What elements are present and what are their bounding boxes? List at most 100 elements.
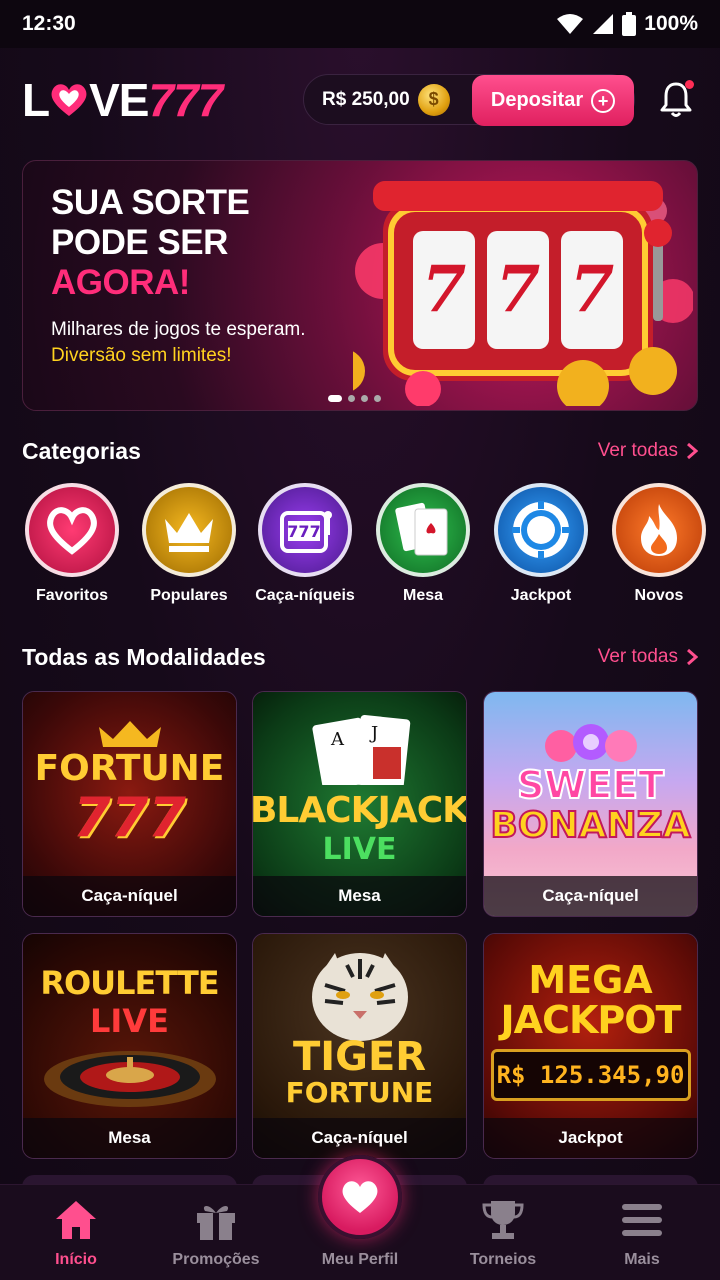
app-header: L VE 777 R$ 250,00 $ Depositar + [0, 48, 720, 152]
nav-item-promocoes[interactable]: Promoções [156, 1197, 276, 1269]
category-label: Mesa [402, 587, 444, 604]
logo-number: 777 [148, 74, 223, 126]
balance-amount: R$ 250,00 [322, 88, 410, 110]
status-time: 12:30 [22, 12, 76, 35]
pagination-dot[interactable] [348, 395, 355, 402]
heart-icon [25, 483, 119, 577]
slot-digit-1: 7 [422, 252, 467, 327]
modes-see-all-link[interactable]: Ver todas [598, 646, 698, 668]
see-all-label: Ver todas [597, 646, 678, 667]
jackpot-counter: R$ 125.345,90 [490, 1049, 691, 1101]
category-populares[interactable]: Populares [130, 483, 248, 605]
playing-cards-icon: AJ [311, 714, 410, 785]
logo-heart-icon [51, 84, 87, 116]
categories-see-all-link[interactable]: Ver todas [598, 440, 698, 462]
game-art-title: MEGA [528, 958, 653, 1002]
banner-description: Milhares de jogos te esperam. Diversão s… [51, 317, 351, 369]
status-bar: 12:30 100% [0, 0, 720, 48]
svg-text:A: A [330, 729, 345, 750]
nav-label: Promoções [172, 1251, 260, 1268]
slot-digit-3: 7 [570, 252, 615, 327]
profile-fab-button[interactable] [318, 1155, 402, 1239]
game-art-title: ROULETTE [40, 964, 219, 1002]
wifi-icon [557, 14, 584, 34]
nav-label: Torneios [469, 1251, 537, 1268]
game-art-subtitle: JACKPOT [500, 998, 682, 1042]
playing-cards-icon [376, 483, 470, 577]
game-caption: Jackpot [484, 1118, 697, 1158]
game-art-title: TIGER [292, 1034, 427, 1080]
category-mesa[interactable]: Mesa [364, 483, 482, 605]
menu-icon [622, 1204, 662, 1236]
flame-icon [612, 483, 706, 577]
home-icon [56, 1201, 96, 1239]
game-art-title: SWEET [516, 763, 665, 807]
game-art-subtitle: FORTUNE [285, 1076, 434, 1109]
deposit-button[interactable]: Depositar + [472, 75, 634, 126]
crown-icon [142, 483, 236, 577]
category-label: Novos [634, 587, 684, 604]
roulette-wheel-icon [43, 1051, 216, 1107]
category-caca-niqueis[interactable]: 777 Caça-níqueis [246, 483, 364, 605]
crown-icon [98, 721, 161, 747]
svg-text:J: J [369, 723, 378, 744]
pagination-dot[interactable] [374, 395, 381, 402]
game-art-subtitle: LIVE [90, 1002, 169, 1040]
game-card-blackjack-live[interactable]: AJ BLACKJACK LIVE Mesa [252, 691, 467, 917]
see-all-label: Ver todas [597, 440, 678, 461]
banner-headline: SUA SORTE PODE SER AGORA! [51, 183, 351, 303]
brand-logo[interactable]: L VE 777 [22, 74, 223, 126]
pagination-dot-active[interactable] [328, 395, 342, 402]
game-art-title: BLACKJACK [252, 790, 467, 831]
category-jackpot[interactable]: Jackpot [482, 483, 600, 605]
status-icons: 100% [556, 12, 698, 36]
gift-icon [197, 1206, 235, 1240]
game-caption: Caça-níquel [23, 876, 236, 916]
battery-percent: 100% [644, 12, 698, 35]
logo-letter-l: L [22, 74, 50, 126]
game-caption: Caça-níquel [484, 876, 697, 916]
category-label: Jackpot [510, 587, 572, 604]
logo-letters-ve: VE [89, 74, 149, 126]
slot-machine-icon: 777 [258, 483, 352, 577]
nav-item-torneios[interactable]: Torneios [443, 1197, 563, 1269]
game-card-mega-jackpot[interactable]: MEGA JACKPOT R$ 125.345,90 Jackpot [483, 933, 698, 1159]
pagination-dot[interactable] [361, 395, 368, 402]
jackpot-amount: R$ 125.345,90 [496, 1061, 685, 1089]
game-art-title: FORTUNE [34, 748, 225, 789]
promo-banner[interactable]: SUA SORTE PODE SER AGORA! Milhares de jo… [22, 160, 698, 411]
game-card-fortune-777[interactable]: FORTUNE 777 Caça-níquel [22, 691, 237, 917]
poker-chip-icon [494, 483, 588, 577]
svg-text:777: 777 [287, 522, 320, 541]
chevron-right-icon [687, 442, 698, 460]
game-card-tiger-fortune[interactable]: TIGER FORTUNE Caça-níquel [252, 933, 467, 1159]
category-label: Populares [150, 587, 228, 604]
banner-pagination[interactable] [328, 395, 381, 402]
signal-icon [593, 14, 614, 34]
banner-line-3: AGORA! [51, 263, 190, 302]
game-caption: Mesa [253, 876, 466, 916]
category-novos[interactable]: Novos [600, 483, 718, 605]
game-art-subtitle: 777 [73, 786, 186, 849]
category-label: Favoritos [35, 587, 108, 604]
notifications-button[interactable] [658, 80, 696, 120]
banner-desc-white: Milhares de jogos te esperam. [51, 319, 306, 340]
balance-pill[interactable]: R$ 250,00 $ Depositar + [303, 74, 635, 126]
slot-digit-2: 7 [496, 252, 541, 327]
game-card-sweet-bonanza[interactable]: SWEET BONANZA Caça-níquel [483, 691, 698, 917]
category-favoritos[interactable]: Favoritos [13, 483, 131, 605]
game-caption: Caça-níquel [253, 1118, 466, 1158]
modes-title: Todas as Modalidades [22, 644, 266, 670]
chevron-right-icon [687, 648, 698, 666]
nav-item-inicio[interactable]: Início [16, 1197, 136, 1269]
category-list: Favoritos Populares 777 Caça-níqueis Mes… [0, 483, 720, 613]
candy-icon [544, 724, 637, 762]
nav-item-mais[interactable]: Mais [582, 1197, 702, 1269]
game-card-roulette-live[interactable]: ROULETTE LIVE Mesa [22, 933, 237, 1159]
plus-circle-icon: + [591, 88, 616, 113]
app-screen: 12:30 100% L VE 777 R$ 250,00 $ Deposita… [0, 0, 720, 1280]
tiger-icon [311, 953, 408, 1041]
slot-machine-illustration: 7 7 7 [353, 181, 693, 406]
notification-badge [685, 80, 694, 89]
banner-text: SUA SORTE PODE SER AGORA! Milhares de jo… [51, 183, 351, 369]
